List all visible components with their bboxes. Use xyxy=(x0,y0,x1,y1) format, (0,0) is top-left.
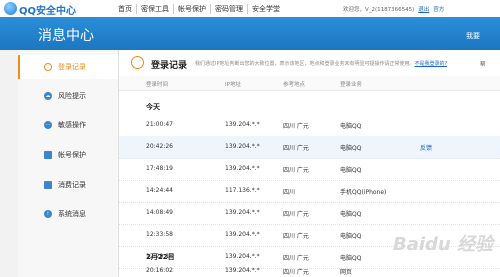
cell-place: 四川 广元 xyxy=(283,167,309,174)
section-description: 我们通过IP地址判断出您的大致位置，表示该地区，地点和登录业务未有明显可疑操作请… xyxy=(195,60,447,67)
help-link[interactable]: 帮 xyxy=(480,60,486,68)
cell-ip: 139.204.*.* xyxy=(225,121,260,128)
sidebar-item-label: 风险提示 xyxy=(58,92,86,100)
sidebar-item-consumption-records[interactable]: 消费记录 xyxy=(18,173,118,197)
welcome-area: 欢迎您，V_2(1187366545) 退出 官方 xyxy=(343,5,444,13)
group-date: 今天 xyxy=(146,103,160,111)
cell-time: 17:48:19 xyxy=(146,165,173,172)
official-link[interactable]: 官方 xyxy=(433,7,444,13)
sidebar-item-label: 系统消息 xyxy=(58,210,86,218)
cell-time: 20:42:26 xyxy=(146,143,173,150)
sidebar-item-label: 消费记录 xyxy=(58,181,86,189)
wallet-icon xyxy=(44,181,52,189)
cell-service: 网页 xyxy=(340,269,353,276)
app-title: QQ安全中心 xyxy=(19,6,77,17)
col-service: 登录业务 xyxy=(340,82,363,88)
lock-icon xyxy=(44,151,52,159)
feedback-link[interactable]: 反馈 xyxy=(420,143,432,152)
cell-ip: 139.204.*.* xyxy=(225,253,260,260)
nav-home[interactable]: 首页 xyxy=(114,4,137,14)
logout-link[interactable]: 退出 xyxy=(418,7,429,13)
nav-password-management[interactable]: 密码管理 xyxy=(211,4,248,14)
table-row: 20:42:26 139.204.*.* 四川 广元 电脑QQ 反馈 xyxy=(119,136,500,159)
cell-ip: 139.204.*.* xyxy=(225,165,260,172)
qq-shield-logo-icon xyxy=(4,2,17,15)
section-header: 登录记录 我们通过IP地址判断出您的大致位置，表示该地区，地点和登录业务未有明显… xyxy=(119,50,500,77)
header-right-link[interactable]: 我要 xyxy=(466,31,480,41)
sidebar-item-system-messages[interactable]: i 系统消息 xyxy=(18,202,118,226)
sidebar-item-label: 敏感操作 xyxy=(58,121,86,129)
cloud-icon: ☁ xyxy=(44,92,52,100)
info-icon: i xyxy=(44,210,52,218)
col-place: 参考地点 xyxy=(283,82,306,88)
dots-icon: ··· xyxy=(44,121,52,129)
nav-account-protection[interactable]: 帐号保护 xyxy=(174,4,211,14)
table-row: 17:48:19 139.204.*.* 四川 广元 电脑QQ xyxy=(119,158,500,181)
clock-icon xyxy=(44,63,52,71)
cell-service: 电脑QQ xyxy=(340,255,362,262)
cell-place: 四川 广元 xyxy=(283,255,309,262)
cell-ip: 117.136.*.* xyxy=(225,187,260,194)
not-me-link[interactable]: 不是我登录的? xyxy=(415,61,448,67)
section-title: 登录记录 xyxy=(151,61,188,71)
col-ip: IP地址 xyxy=(225,82,241,88)
cell-place: 四川 广元 xyxy=(283,145,309,152)
cell-time: 12:33:58 xyxy=(146,231,173,238)
page-header: 消息中心 我要 xyxy=(0,17,500,50)
cell-place: 四川 广元 xyxy=(283,233,309,240)
cell-ip: 139.204.*.* xyxy=(225,231,260,238)
sidebar-item-login-records[interactable]: 登录记录 xyxy=(18,55,118,79)
cell-time: 14:24:44 xyxy=(146,187,173,194)
sidebar-item-label: 帐号保护 xyxy=(58,151,86,159)
cell-place: 四川 广元 xyxy=(283,211,309,218)
cell-place: 四川 xyxy=(283,189,296,196)
page-title: 消息中心 xyxy=(38,28,94,44)
cell-service: 电脑QQ xyxy=(340,233,362,240)
table-row: 14:08:49 139.204.*.* 四川 广元 电脑QQ xyxy=(119,202,500,225)
cell-service: 电脑QQ xyxy=(340,123,362,130)
watermark: Baidu 经验 xyxy=(393,234,494,255)
cell-service: 电脑QQ xyxy=(340,145,362,152)
table-row: 14:24:44 117.136.*.* 四川 手机QQ(iPhone) xyxy=(119,180,500,203)
col-login-time: 登录时间 xyxy=(146,82,169,88)
cell-place: 四川 广元 xyxy=(283,269,309,276)
table-row: 21:00:47 139.204.*.* 四川 广元 电脑QQ xyxy=(119,114,500,137)
group-date: 2月22日 xyxy=(146,253,175,261)
clock-icon xyxy=(131,56,144,69)
cell-time: 21:00:47 xyxy=(146,121,173,128)
sidebar-item-label: 登录记录 xyxy=(58,63,86,71)
table-header: 登录时间 IP地址 参考地点 登录业务 xyxy=(119,76,500,91)
nav-security-school[interactable]: 安全学堂 xyxy=(248,4,284,14)
cell-place: 四川 广元 xyxy=(283,123,309,130)
cell-service: 电脑QQ xyxy=(340,211,362,218)
cell-time: 20:16:02 xyxy=(146,267,173,274)
cell-ip: 139.204.*.* xyxy=(225,209,260,216)
sidebar-item-sensitive-ops[interactable]: ··· 敏感操作 xyxy=(18,113,118,137)
cell-time: 14:08:49 xyxy=(146,209,173,216)
sidebar-item-risk-alerts[interactable]: ☁ 风险提示 xyxy=(18,84,118,108)
section-desc-text: 我们通过IP地址判断出您的大致位置，表示该地区，地点和登录业务未有明显可疑操作请… xyxy=(195,61,415,67)
cell-service: 电脑QQ xyxy=(340,167,362,174)
welcome-text: 欢迎您，V_2(1187366545) xyxy=(343,7,415,13)
cell-ip: 139.204.*.* xyxy=(225,267,260,274)
sidebar: 登录记录 ☁ 风险提示 ··· 敏感操作 帐号保护 消费记录 i 系统消息 xyxy=(18,50,119,277)
cell-service: 手机QQ(iPhone) xyxy=(340,189,387,196)
nav-security-tools[interactable]: 密保工具 xyxy=(137,4,174,14)
sidebar-item-account-protection[interactable]: 帐号保护 xyxy=(18,143,118,167)
table-row: 20:16:02 139.204.*.* 四川 广元 网页 xyxy=(119,264,500,277)
cell-ip: 139.204.*.* xyxy=(225,143,260,150)
top-nav: 首页 密保工具 帐号保护 密码管理 安全学堂 xyxy=(114,4,284,14)
top-bar: QQ安全中心 首页 密保工具 帐号保护 密码管理 安全学堂 欢迎您，V_2(11… xyxy=(0,0,500,18)
